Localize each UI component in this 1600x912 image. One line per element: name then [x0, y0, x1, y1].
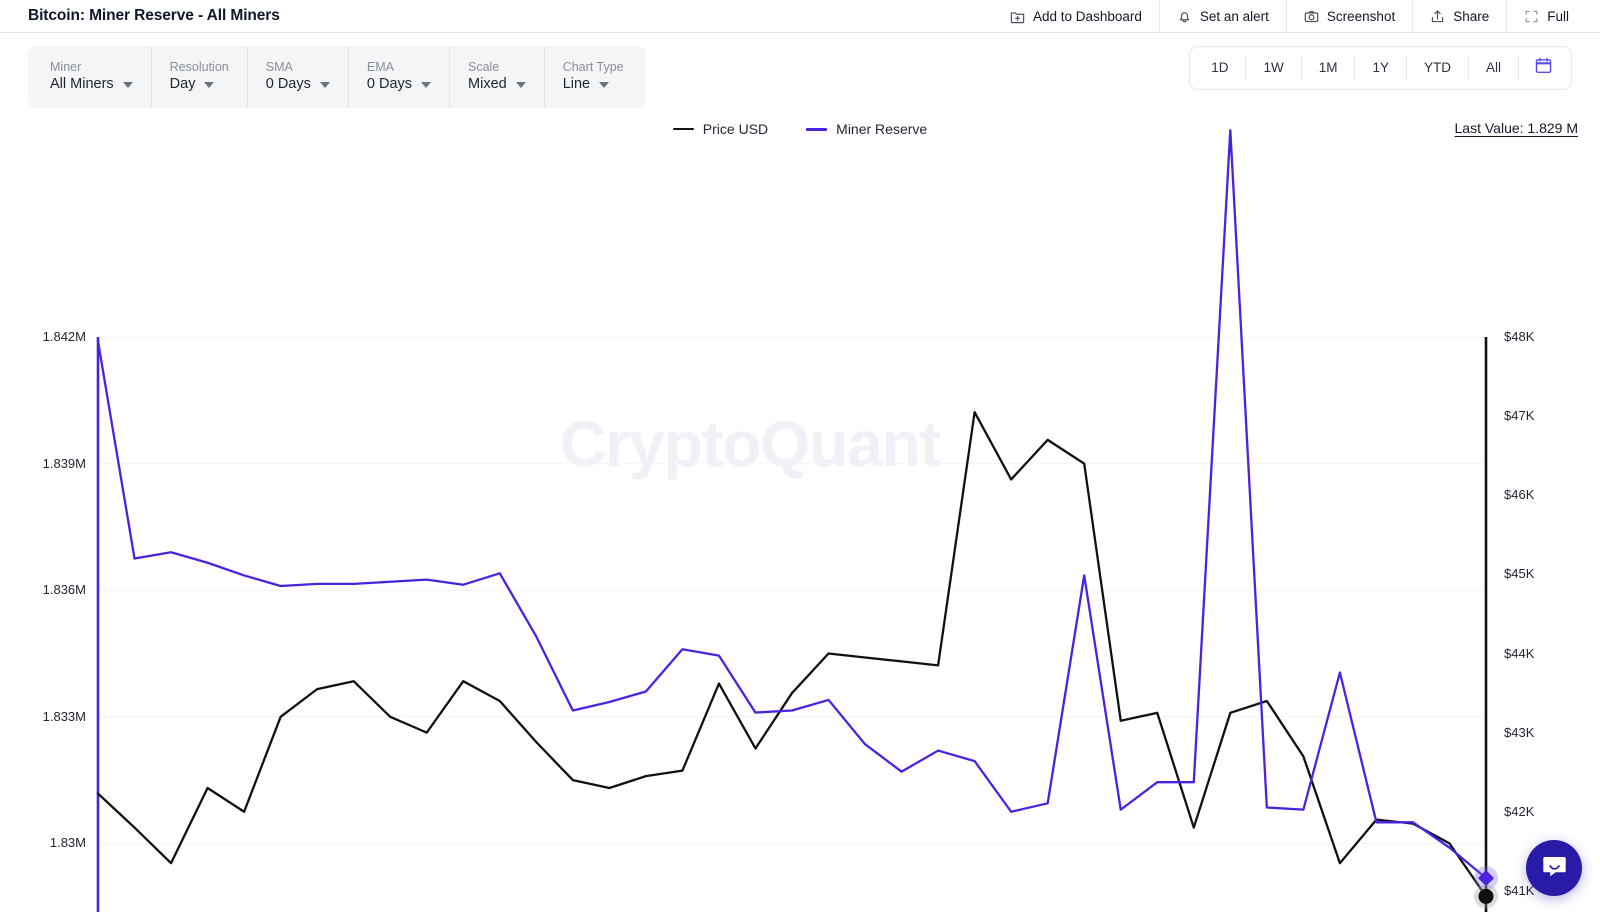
fullscreen-button[interactable]: Full	[1506, 0, 1586, 32]
add-to-dashboard-icon	[1010, 9, 1025, 24]
header-actions: Add to Dashboard Set an alert Screenshot	[996, 0, 1586, 32]
controls-bar: Miner All Miners Resolution Day SMA 0 Da…	[0, 33, 1600, 115]
selector-resolution[interactable]: Resolution Day	[152, 46, 248, 108]
chat-bubble-icon	[1541, 852, 1568, 884]
selector-scale[interactable]: Scale Mixed	[450, 46, 545, 108]
selector-miner-label: Miner	[50, 59, 82, 74]
range-button-ytd[interactable]: YTD	[1407, 55, 1469, 81]
selector-sma[interactable]: SMA 0 Days	[248, 46, 349, 108]
chevron-down-icon	[421, 82, 432, 89]
selector-miner[interactable]: Miner All Miners	[32, 46, 152, 108]
series-line-miner-reserve	[96, 129, 1488, 880]
right-axis-tick-label: $46K	[1504, 487, 1535, 503]
set-an-alert-button[interactable]: Set an alert	[1158, 0, 1286, 32]
page-title: Bitcoin: Miner Reserve - All Miners	[28, 7, 280, 24]
series-line-price-usd	[96, 411, 1488, 898]
add-to-dashboard-button[interactable]: Add to Dashboard	[996, 0, 1159, 32]
date-picker-button[interactable]	[1519, 56, 1567, 80]
left-axis-tick-label: 1.836M	[42, 582, 86, 598]
chart-gridlines	[98, 336, 1486, 844]
right-axis-tick-label: $41K	[1504, 882, 1535, 898]
share-label: Share	[1453, 8, 1490, 24]
chevron-down-icon	[515, 82, 526, 89]
right-axis-tick-label: $42K	[1504, 803, 1535, 819]
range-button-1d[interactable]: 1D	[1194, 55, 1247, 81]
fullscreen-icon	[1524, 9, 1539, 24]
screenshot-button[interactable]: Screenshot	[1285, 0, 1412, 32]
fullscreen-label: Full	[1547, 8, 1569, 24]
selector-sma-label: SMA	[265, 59, 293, 74]
app-header: Bitcoin: Miner Reserve - All Miners Add …	[0, 0, 1600, 33]
right-axis-tick-label: $47K	[1504, 408, 1535, 424]
selector-miner-value: All Miners	[50, 76, 114, 93]
screenshot-label: Screenshot	[1326, 8, 1396, 24]
chevron-down-icon	[319, 82, 330, 89]
chart-selectors: Miner All Miners Resolution Day SMA 0 Da…	[28, 46, 646, 108]
chevron-down-icon	[599, 82, 610, 89]
selector-chart-type[interactable]: Chart Type Line	[545, 46, 642, 108]
selector-ema-label: EMA	[366, 59, 394, 74]
selector-resolution-value: Day	[169, 76, 196, 93]
calendar-icon	[1534, 56, 1553, 80]
range-button-1y[interactable]: 1Y	[1355, 55, 1407, 81]
selector-scale-label: Scale	[468, 59, 500, 74]
selector-chart-type-label: Chart Type	[562, 59, 624, 74]
add-to-dashboard-label: Add to Dashboard	[1033, 8, 1142, 24]
chevron-down-icon	[204, 82, 215, 89]
range-button-all[interactable]: All	[1469, 55, 1519, 81]
chart-plot[interactable]	[0, 115, 1600, 912]
price-end-circle-marker	[1478, 888, 1494, 904]
range-button-1w[interactable]: 1W	[1246, 55, 1302, 81]
bell-icon	[1177, 9, 1192, 24]
range-button-1m[interactable]: 1M	[1302, 55, 1356, 81]
left-axis-tick-label: 1.83M	[49, 835, 86, 851]
share-icon	[1430, 9, 1445, 24]
left-axis-tick-label: 1.839M	[42, 455, 86, 471]
camera-icon	[1304, 9, 1319, 24]
time-range-group: 1D 1W 1M 1Y YTD All	[1189, 46, 1572, 90]
share-button[interactable]: Share	[1412, 0, 1506, 32]
chevron-down-icon	[122, 82, 133, 89]
left-axis-tick-label: 1.833M	[42, 708, 86, 724]
right-axis-tick-label: $45K	[1504, 566, 1535, 582]
chart-area: Price USD Miner Reserve Last Value: 1.82…	[0, 115, 1600, 912]
right-axis-tick-label: $44K	[1504, 645, 1535, 661]
chat-widget-button[interactable]	[1526, 840, 1582, 896]
right-axis-tick-label: $48K	[1504, 329, 1535, 344]
selector-resolution-label: Resolution	[169, 59, 229, 74]
set-an-alert-label: Set an alert	[1199, 8, 1269, 24]
selector-chart-type-value: Line	[562, 76, 591, 93]
series-end-markers	[1474, 866, 1498, 909]
selector-sma-value: 0 Days	[265, 76, 311, 93]
left-axis-tick-label: 1.842M	[42, 329, 86, 344]
selector-ema[interactable]: EMA 0 Days	[349, 46, 451, 108]
selector-ema-value: 0 Days	[366, 76, 413, 93]
right-axis-tick-label: $43K	[1504, 724, 1535, 740]
selector-scale-value: Mixed	[468, 76, 507, 93]
